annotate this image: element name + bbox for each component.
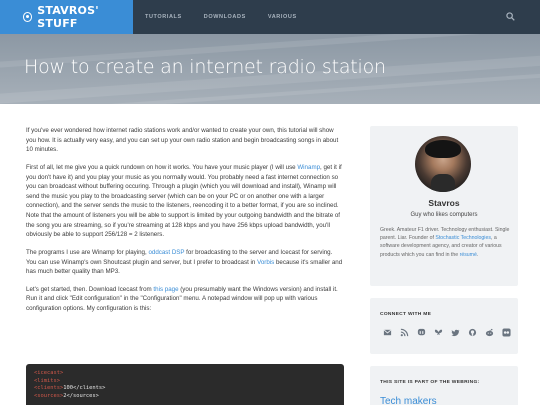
paragraph: If you've ever wondered how internet rad… — [26, 126, 344, 155]
webring-card: THIS SITE IS PART OF THE WEBRING: Tech m… — [370, 366, 518, 405]
profile-tagline: Guy who likes computers — [410, 212, 478, 218]
hero-banner: How to create an internet radio station — [0, 34, 540, 104]
profile-bio: Greek. Amateur F1 driver. Technology ent… — [380, 226, 510, 259]
code-line: <sources>2</sources> — [34, 393, 336, 401]
logo-icon — [23, 12, 33, 22]
rss-icon[interactable] — [400, 328, 409, 337]
code-value: 2</sources> — [63, 392, 99, 399]
code-tag: <limits> — [34, 377, 60, 384]
webring-heading: THIS SITE IS PART OF THE WEBRING: — [380, 380, 480, 385]
nav-various[interactable]: VARIOUS — [268, 14, 297, 20]
paragraph-text: , get it if you don't have it) and you p… — [26, 163, 342, 239]
profile-name: Stavros — [428, 198, 460, 208]
paragraph-text: First of all, let me give you a quick ru… — [26, 163, 298, 171]
code-line: <clients>100</clients> — [34, 385, 336, 393]
paragraph: First of all, let me give you a quick ru… — [26, 163, 344, 240]
mastodon-icon[interactable] — [417, 328, 426, 337]
resume-link[interactable]: résumé — [460, 252, 477, 258]
code-tag: <icecast> — [34, 370, 64, 376]
code-tag: <clients> — [34, 385, 64, 392]
winamp-link[interactable]: Winamp — [297, 164, 320, 171]
icecast-download-link[interactable]: this page — [153, 286, 178, 293]
profile-card: Stavros Guy who likes computers Greek. A… — [370, 126, 518, 286]
top-navbar: STAVROS' STUFF TUTORIALS DOWNLOADS VARIO… — [0, 0, 540, 34]
site-brand[interactable]: STAVROS' STUFF — [0, 0, 133, 34]
webring-link[interactable]: Tech makers — [380, 396, 437, 405]
paragraph-text: If you've ever wondered how internet rad… — [26, 127, 339, 154]
nav-tutorials[interactable]: TUTORIALS — [145, 14, 182, 20]
code-line: <limits> — [34, 378, 336, 386]
paragraph-text: Let's get started, then. Download Icecas… — [26, 285, 154, 293]
paragraph: Let's get started, then. Download Icecas… — [26, 285, 344, 314]
social-heading: CONNECT WITH ME — [380, 312, 432, 317]
nav-downloads[interactable]: DOWNLOADS — [204, 14, 246, 20]
page-title: How to create an internet radio station — [24, 56, 386, 78]
paragraph: The programs I use are Winamp for playin… — [26, 248, 344, 277]
site-title[interactable]: STAVROS' STUFF — [37, 4, 133, 30]
flickr-icon[interactable] — [502, 328, 511, 337]
bio-text: . — [476, 251, 479, 258]
social-card: CONNECT WITH ME — [370, 298, 518, 354]
avatar — [415, 136, 471, 192]
email-icon[interactable] — [383, 328, 392, 337]
search-icon[interactable] — [506, 12, 515, 21]
code-block: <icecast> <limits> <clients>100</clients… — [26, 364, 344, 405]
main-nav: TUTORIALS DOWNLOADS VARIOUS — [145, 0, 319, 34]
social-icons — [383, 328, 519, 337]
article-body: If you've ever wondered how internet rad… — [26, 126, 344, 322]
oddcast-link[interactable]: oddcast DSP — [148, 249, 184, 256]
reddit-icon[interactable] — [485, 328, 494, 337]
code-line: <icecast> — [34, 370, 336, 378]
code-tag: <sources> — [34, 392, 64, 399]
paragraph-text: The programs I use are Winamp for playin… — [26, 248, 149, 256]
vorbis-link[interactable]: Vorbis — [257, 259, 274, 266]
stochastic-link[interactable]: Stochastic Technologies — [435, 235, 491, 241]
github-icon[interactable] — [468, 328, 477, 337]
bluesky-icon[interactable] — [434, 328, 443, 337]
twitter-icon[interactable] — [451, 328, 460, 337]
code-value: 100</clients> — [63, 385, 106, 392]
